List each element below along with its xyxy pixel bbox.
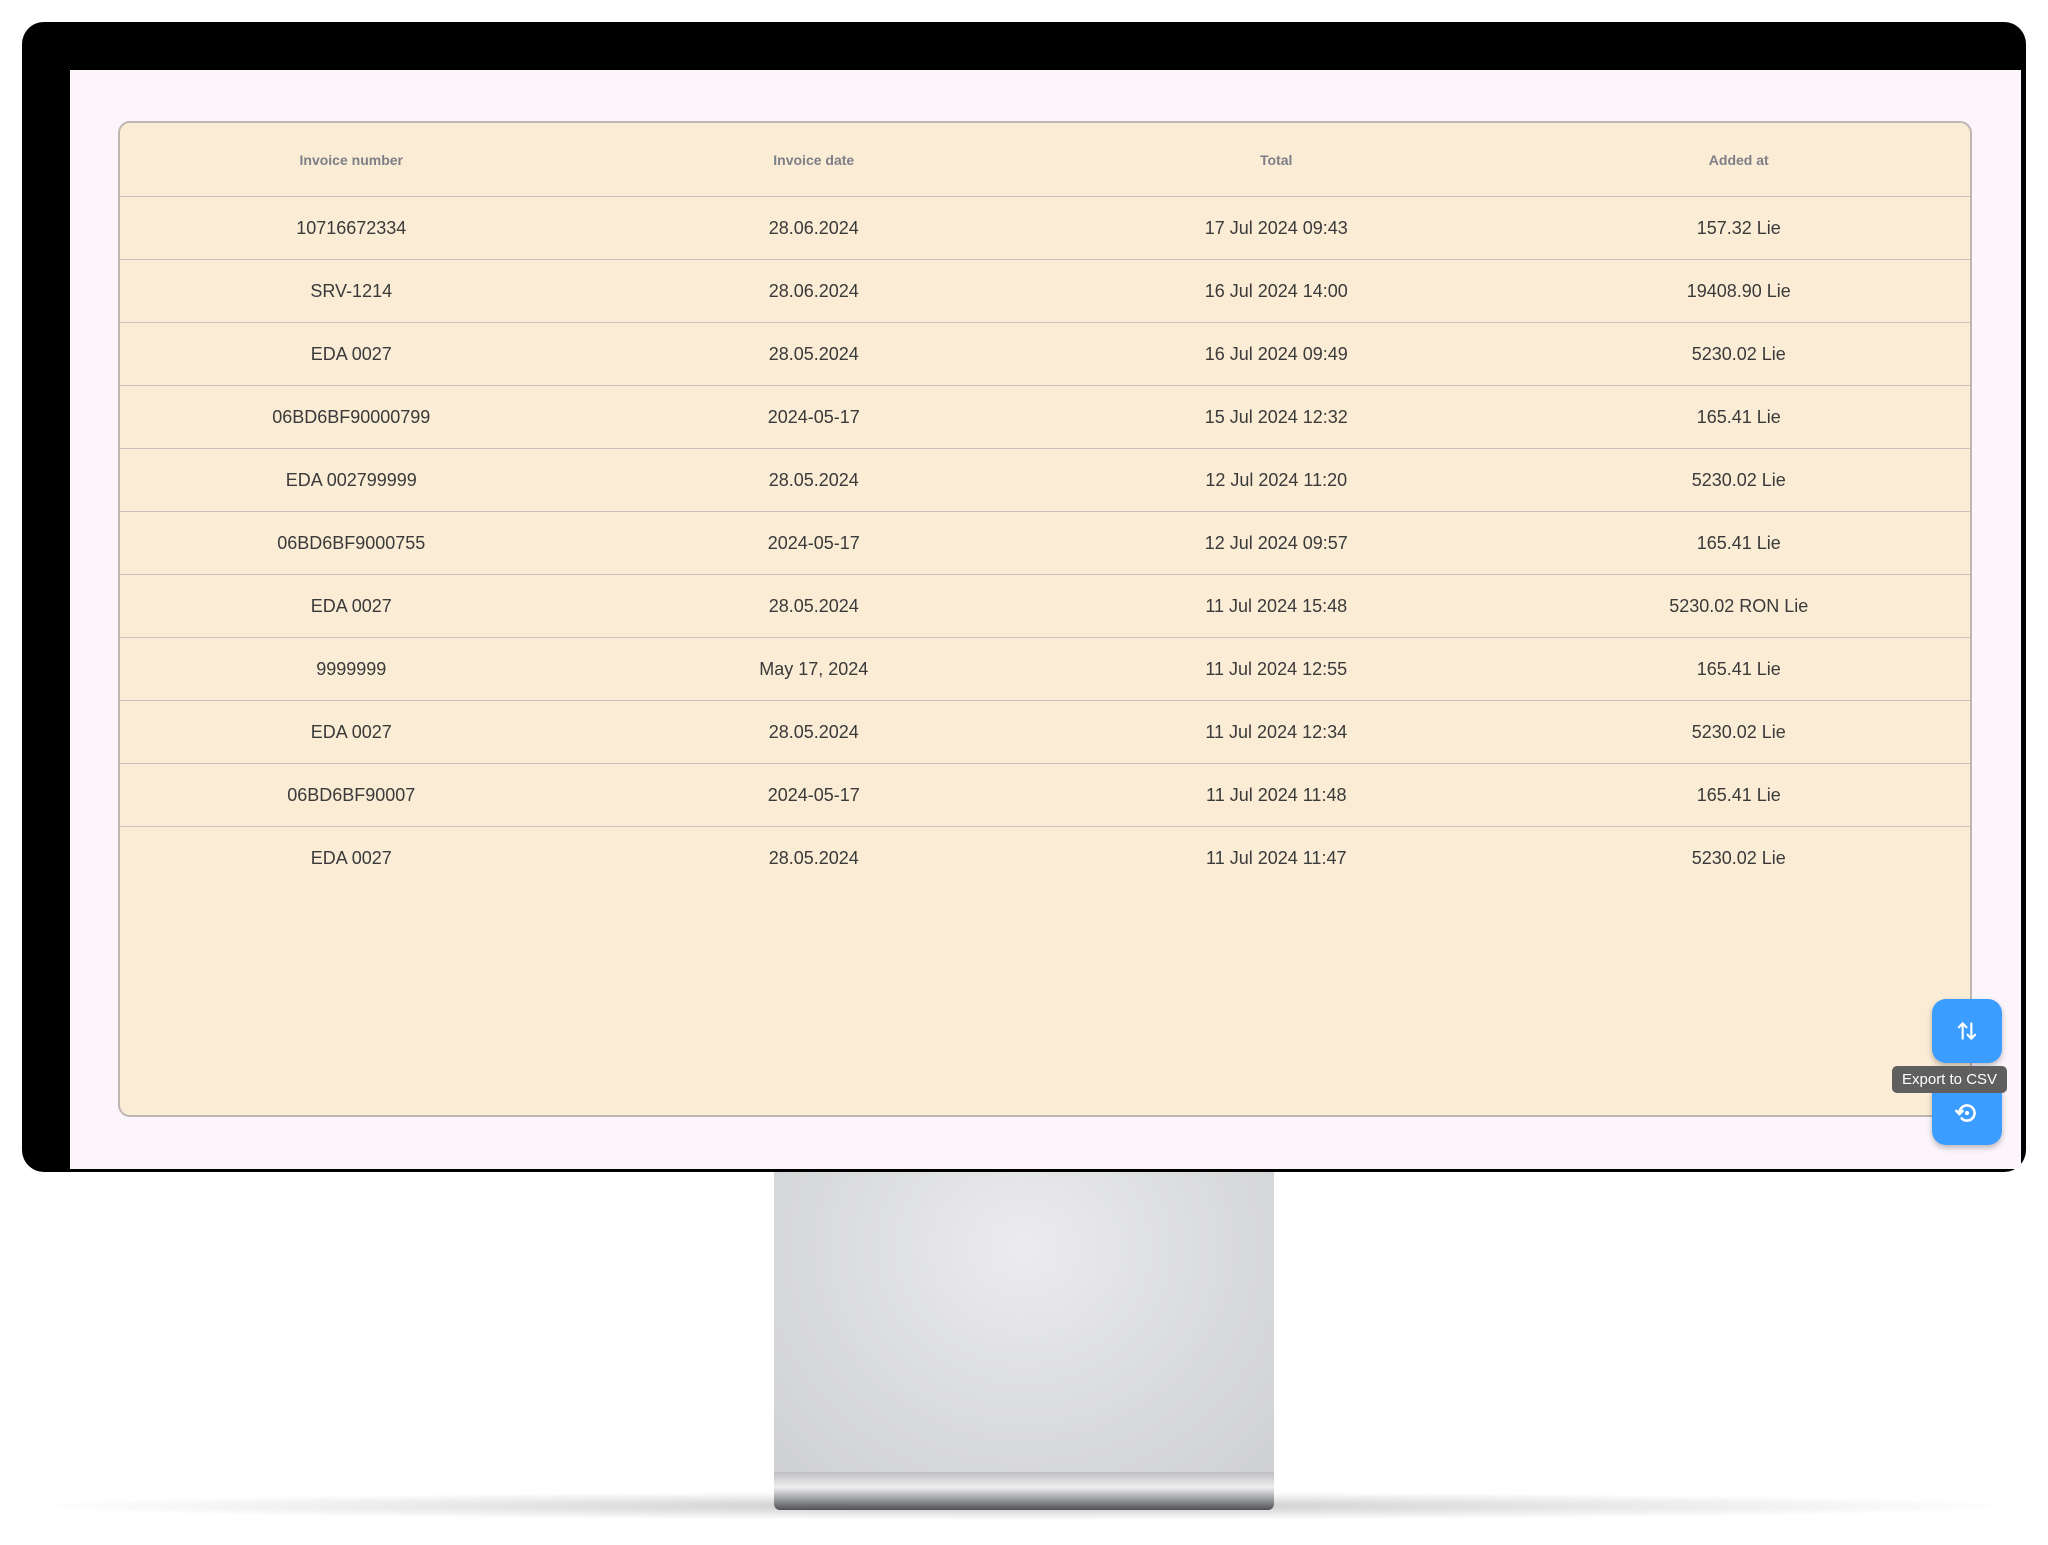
cell-invoice-number: SRV-1214 (120, 259, 583, 323)
cell-invoice-number: 06BD6BF90000799 (120, 385, 583, 449)
column-header-invoice-date[interactable]: Invoice date (582, 123, 1045, 197)
cell-invoice-date: 28.05.2024 (768, 847, 859, 868)
invoice-table: Invoice number Invoice date Total Added … (120, 123, 1970, 889)
cell-total: 11 Jul 2024 11:48 (1045, 763, 1508, 827)
table-row[interactable]: EDA 0027 28.05.2024 16 Jul 2024 09:49 52… (120, 322, 1970, 386)
cell-invoice-date: May 17, 2024 (582, 637, 1045, 701)
column-header-invoice-number[interactable]: Invoice number (120, 123, 583, 197)
cell-added-at: 165.41 Lie (1507, 763, 1970, 827)
cell-invoice-date: 2024-05-17 (582, 511, 1045, 575)
cell-invoice-number: 06BD6BF90007 (120, 763, 583, 827)
table-row[interactable]: EDA 002799999 28.05.2024 12 Jul 2024 11:… (120, 448, 1970, 512)
cell-added-at: 5230.02 Lie (1507, 322, 1970, 386)
cell-added-at: 165.41 Lie (1507, 637, 1970, 701)
table-row[interactable]: EDA 0027 28.05.2024 11 Jul 2024 12:34 52… (120, 700, 1970, 764)
cell-invoice-date: 2024-05-17 (582, 385, 1045, 449)
cell-invoice-number: EDA 0027 (120, 700, 583, 764)
cell-invoice-number: 9999999 (120, 637, 583, 701)
column-header-added-at[interactable]: Added at (1507, 123, 1970, 197)
table-header-row: Invoice number Invoice date Total Added … (120, 123, 1970, 197)
cell-total: 16 Jul 2024 14:00 (1045, 259, 1508, 323)
cell-invoice-date: 28.05.2024 (582, 700, 1045, 764)
cell-invoice-date: 28.06.2024 (582, 259, 1045, 323)
table-row[interactable]: 06BD6BF90007 2024-05-17 11 Jul 2024 11:4… (120, 763, 1970, 827)
cell-total: 12 Jul 2024 11:20 (1045, 448, 1508, 512)
cell-total: 15 Jul 2024 12:32 (1045, 385, 1508, 449)
cell-total: 11 Jul 2024 11:47 (1206, 847, 1347, 868)
table-row[interactable]: EDA 0027 28.05.2024 11 Jul 2024 15:48 52… (120, 574, 1970, 638)
cell-total: 16 Jul 2024 09:49 (1045, 322, 1508, 386)
table-row[interactable]: 06BD6BF9000755 2024-05-17 12 Jul 2024 09… (120, 511, 1970, 575)
swap-vert-icon (1957, 1022, 1977, 1040)
cell-invoice-number: 06BD6BF9000755 (120, 511, 583, 575)
history-icon (1954, 1104, 1976, 1122)
invoice-table-card: Invoice number Invoice date Total Added … (118, 121, 1972, 1117)
monitor-stand-base (774, 1472, 1274, 1510)
monitor-stand (774, 1172, 1274, 1477)
cell-total: 11 Jul 2024 12:34 (1045, 700, 1508, 764)
cell-added-at: 19408.90 Lie (1507, 259, 1970, 323)
cell-invoice-number: 10716672334 (120, 196, 583, 260)
cell-invoice-number: EDA 0027 (310, 847, 392, 868)
app-screen: Invoice number Invoice date Total Added … (70, 70, 2021, 1169)
cell-invoice-date: 28.05.2024 (582, 448, 1045, 512)
cell-added-at: 5230.02 RON Lie (1507, 574, 1970, 638)
cell-invoice-date: 2024-05-17 (582, 763, 1045, 827)
cell-invoice-number: EDA 0027 (120, 574, 583, 638)
cell-total: 11 Jul 2024 15:48 (1045, 574, 1508, 638)
cell-added-at: 165.41 Lie (1507, 385, 1970, 449)
column-header-total[interactable]: Total (1045, 123, 1508, 197)
table-row[interactable]: SRV-1214 28.06.2024 16 Jul 2024 14:00 19… (120, 259, 1970, 323)
cell-total: 12 Jul 2024 09:57 (1045, 511, 1508, 575)
cell-total: 11 Jul 2024 12:55 (1045, 637, 1508, 701)
cell-added-at: 165.41 Lie (1507, 511, 1970, 575)
cell-added-at: 157.32 Lie (1507, 196, 1970, 260)
cell-added-at: 5230.02 Lie (1691, 847, 1786, 868)
table-row[interactable]: 10716672334 28.06.2024 17 Jul 2024 09:43… (120, 196, 1970, 260)
cell-invoice-date: 28.06.2024 (582, 196, 1045, 260)
cell-invoice-number: EDA 002799999 (120, 448, 583, 512)
cell-invoice-number: EDA 0027 (120, 322, 583, 386)
cell-added-at: 5230.02 Lie (1507, 448, 1970, 512)
table-row[interactable]: 06BD6BF90000799 2024-05-17 15 Jul 2024 1… (120, 385, 1970, 449)
cell-total: 17 Jul 2024 09:43 (1045, 196, 1508, 260)
cell-invoice-date: 28.05.2024 (582, 574, 1045, 638)
cell-invoice-date: 28.05.2024 (582, 322, 1045, 386)
monitor-bezel: Invoice number Invoice date Total Added … (22, 22, 2026, 1172)
export-csv-tooltip: Export to CSV (1892, 1066, 2008, 1093)
table-row[interactable]: 9999999 May 17, 2024 11 Jul 2024 12:55 1… (120, 637, 1970, 701)
table-row[interactable]: EDA 0027 28.05.2024 11 Jul 2024 11:47 52… (120, 827, 1970, 890)
sort-fab-button[interactable] (1932, 999, 2002, 1063)
cell-added-at: 5230.02 Lie (1507, 700, 1970, 764)
